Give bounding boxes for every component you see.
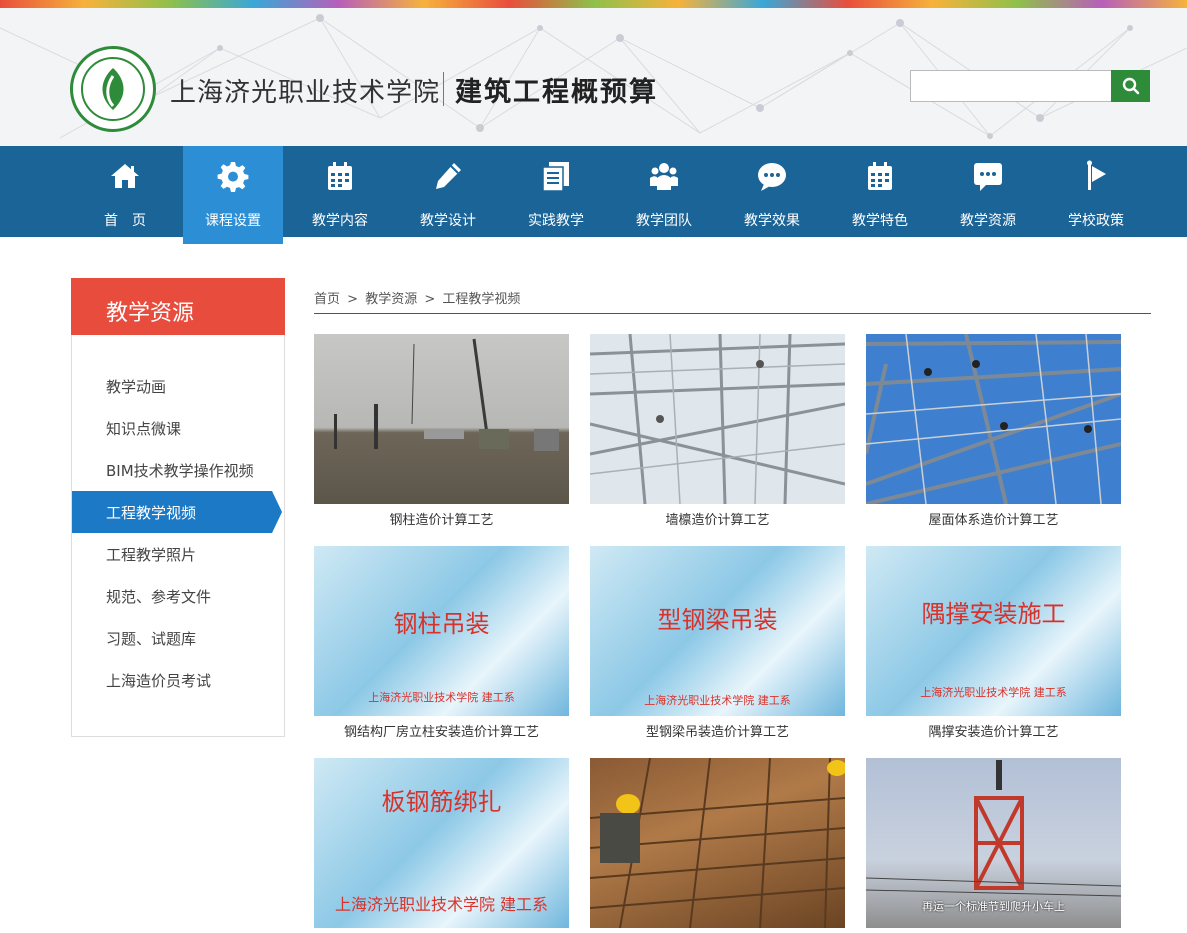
video-caption[interactable]: 屋面体系造价计算工艺 [866, 509, 1121, 528]
nav-item-course-settings[interactable]: 课程设置 [183, 146, 283, 244]
sidebar-item-micro-lessons[interactable]: 知识点微课 [72, 407, 285, 449]
nav-item-label: 课程设置 [205, 213, 261, 229]
video-caption[interactable]: 钢柱造价计算工艺 [314, 509, 569, 528]
message-icon [974, 163, 1002, 191]
nav-item-label: 实践教学 [528, 213, 584, 229]
breadcrumb-section[interactable]: 教学资源 [365, 292, 417, 307]
decorative-top-strip [0, 0, 1187, 8]
video-card[interactable]: 型钢梁吊装 上海济光职业技术学院 建工系 型钢梁吊装造价计算工艺 [590, 546, 845, 740]
video-thumbnail[interactable]: 板钢筋绑扎 上海济光职业技术学院 建工系 [314, 758, 569, 928]
thumbnail-title: 型钢梁吊装 [657, 606, 778, 634]
title-divider [443, 72, 444, 106]
search-input[interactable] [910, 70, 1112, 102]
video-thumbnail[interactable] [590, 334, 845, 504]
nav-item-teaching-effect[interactable]: 教学效果 [722, 146, 822, 237]
video-caption[interactable]: 隅撑安装造价计算工艺 [866, 721, 1121, 740]
thumbnail-title: 隅撑安装施工 [921, 600, 1066, 628]
video-card[interactable]: 隅撑安装施工 上海济光职业技术学院 建工系 隅撑安装造价计算工艺 [866, 546, 1121, 740]
sidebar-item-animation[interactable]: 教学动画 [72, 365, 285, 407]
video-caption[interactable]: 型钢梁吊装造价计算工艺 [590, 721, 845, 740]
nav-item-school-policy[interactable]: 学校政策 [1046, 146, 1146, 237]
video-card[interactable]: 再运一个标准节到爬升小车上 [866, 758, 1121, 928]
nav-item-label: 教学资源 [960, 213, 1016, 229]
home-icon [111, 164, 139, 188]
calendar-icon [868, 162, 892, 190]
sidebar-item-bim-videos[interactable]: BIM技术教学操作视频 [72, 449, 285, 491]
thumbnail-subtitle: 上海济光职业技术学院 建工系 [334, 895, 549, 914]
thumbnail-subtitle: 上海济光职业技术学院 建工系 [920, 686, 1067, 699]
video-caption[interactable]: 墙檩造价计算工艺 [590, 509, 845, 528]
breadcrumb-home[interactable]: 首页 [314, 292, 340, 307]
breadcrumb-separator: > [347, 292, 359, 307]
nav-item-practice-teaching[interactable]: 实践教学 [506, 146, 606, 237]
roof-frame-image [866, 334, 1121, 504]
sidebar: 教学资源 教学动画 知识点微课 BIM技术教学操作视频 工程教学视频 工程教学照… [71, 278, 285, 737]
video-thumbnail[interactable]: 隅撑安装施工 上海济光职业技术学院 建工系 [866, 546, 1121, 716]
nav-item-label: 教学团队 [636, 213, 692, 229]
nav-item-label: 教学效果 [744, 213, 800, 229]
search-icon [1122, 77, 1139, 95]
thumbnail-subtitle: 上海济光职业技术学院 建工系 [644, 694, 791, 707]
video-card[interactable] [590, 758, 845, 928]
site-header: 上海济光职业技术学院 建筑工程概预算 [0, 8, 1187, 146]
video-thumbnail[interactable]: 钢柱吊装 上海济光职业技术学院 建工系 [314, 546, 569, 716]
sidebar-title: 教学资源 [71, 278, 285, 335]
nav-item-label: 学校政策 [1068, 213, 1124, 229]
video-thumbnail[interactable] [866, 334, 1121, 504]
video-thumbnail[interactable] [590, 758, 845, 928]
document-icon [542, 162, 569, 192]
thumbnail-title: 板钢筋绑扎 [381, 788, 502, 816]
breadcrumb-underline [314, 313, 1151, 314]
school-logo[interactable] [70, 46, 156, 132]
sidebar-item-exercises[interactable]: 习题、试题库 [72, 617, 285, 659]
video-subtitle-overlay: 再运一个标准节到爬升小车上 [922, 900, 1065, 913]
active-arrow [272, 491, 282, 533]
search-box [910, 70, 1150, 102]
main-nav: 首 页 课程设置 教学内容 教学设计 实践教学 教学团队 教学效果 教学特色 教… [0, 146, 1187, 244]
sidebar-item-label: 工程教学视频 [106, 504, 197, 522]
video-card[interactable]: 板钢筋绑扎 上海济光职业技术学院 建工系 [314, 758, 569, 928]
breadcrumb-current: 工程教学视频 [442, 292, 521, 307]
gear-icon [217, 162, 249, 192]
sidebar-item-reference-docs[interactable]: 规范、参考文件 [72, 575, 285, 617]
logo-emblem [81, 57, 145, 121]
steel-frame-image [590, 334, 845, 504]
calendar-icon [328, 162, 352, 190]
nav-item-teaching-resources[interactable]: 教学资源 [938, 146, 1038, 237]
leaf-icon [102, 68, 124, 110]
nav-item-teaching-team[interactable]: 教学团队 [614, 146, 714, 237]
nav-item-teaching-content[interactable]: 教学内容 [290, 146, 390, 237]
thumbnail-title: 钢柱吊装 [393, 610, 490, 638]
nav-item-label: 教学内容 [312, 213, 368, 229]
video-thumbnail[interactable] [314, 334, 569, 504]
nav-item-label: 教学设计 [420, 213, 476, 229]
pencil-icon [436, 163, 461, 189]
school-name[interactable]: 上海济光职业技术学院 [170, 72, 440, 109]
video-card[interactable]: 屋面体系造价计算工艺 [866, 334, 1121, 528]
course-title: 建筑工程概预算 [455, 77, 658, 108]
breadcrumb-separator: > [424, 292, 436, 307]
nav-item-teaching-design[interactable]: 教学设计 [398, 146, 498, 237]
video-thumbnail[interactable]: 再运一个标准节到爬升小车上 [866, 758, 1121, 928]
video-caption[interactable]: 钢结构厂房立柱安装造价计算工艺 [314, 721, 569, 740]
rebar-work-image [590, 758, 845, 928]
team-icon [650, 163, 678, 190]
sidebar-item-cost-exam[interactable]: 上海造价员考试 [72, 659, 285, 701]
nav-item-label: 教学特色 [852, 213, 908, 229]
search-button[interactable] [1111, 70, 1150, 102]
nav-item-home[interactable]: 首 页 [75, 146, 175, 237]
sidebar-item-engineering-videos[interactable]: 工程教学视频 [72, 491, 282, 533]
nav-item-teaching-features[interactable]: 教学特色 [830, 146, 930, 237]
video-card[interactable]: 钢柱吊装 上海济光职业技术学院 建工系 钢结构厂房立柱安装造价计算工艺 [314, 546, 569, 740]
sidebar-item-engineering-photos[interactable]: 工程教学照片 [72, 533, 285, 575]
video-thumbnail[interactable]: 型钢梁吊装 上海济光职业技术学院 建工系 [590, 546, 845, 716]
breadcrumb: 首页 > 教学资源 > 工程教学视频 [314, 288, 520, 307]
thumbnail-subtitle: 上海济光职业技术学院 建工系 [368, 691, 515, 704]
video-card[interactable]: 钢柱造价计算工艺 [314, 334, 569, 528]
nav-item-label: 首 页 [104, 213, 146, 229]
flag-icon [1087, 160, 1106, 190]
video-card[interactable]: 墙檩造价计算工艺 [590, 334, 845, 528]
chat-bubble-icon [758, 163, 786, 191]
crane-site-image [334, 338, 559, 451]
